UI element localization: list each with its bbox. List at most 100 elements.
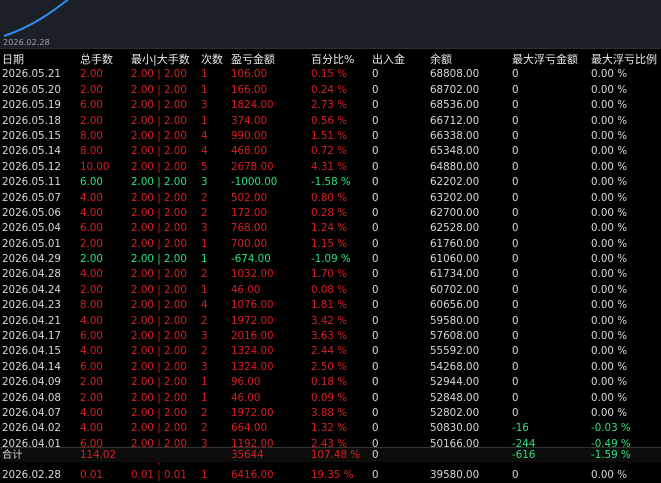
- header-balance[interactable]: 余额: [430, 52, 452, 67]
- table-row[interactable]: 2026.04.24 2.00 2.00 | 2.00 1 46.00 0.08 % 0 60…: [0, 283, 661, 298]
- header-lots[interactable]: 总手数: [80, 52, 113, 67]
- row-balance: 62528.00: [430, 222, 480, 235]
- row-pnl: 2016.00: [231, 330, 274, 343]
- row-pnl: 768.00: [231, 222, 268, 235]
- row-balance: 66338.00: [430, 129, 480, 142]
- row-date: 2026.04.23: [2, 299, 61, 312]
- row-lots: 8.00: [80, 145, 103, 158]
- row-deposit-withdraw: 0: [372, 314, 379, 327]
- row-pnl: -674.00: [231, 253, 271, 266]
- row-pnl: 664.00: [231, 422, 268, 435]
- row-lots: 6.00: [80, 99, 103, 112]
- row-minmax-lots: 2.00 | 2.00: [131, 406, 187, 419]
- table-row[interactable]: 2026.05.04 6.00 2.00 | 2.00 3 768.00 1.24 % 0 6…: [0, 221, 661, 236]
- table-row[interactable]: 2026.04.23 8.00 2.00 | 2.00 4 1076.00 1.81 % 0…: [0, 298, 661, 313]
- row-date: 2026.05.12: [2, 160, 61, 173]
- row-minmax-lots: 2.00 | 2.00: [131, 68, 187, 81]
- row-date: 2026.04.17: [2, 330, 61, 343]
- table-row[interactable]: 2026.05.01 2.00 2.00 | 2.00 1 700.00 1.15 % 0 6…: [0, 237, 661, 252]
- table-row[interactable]: 2026.02.28 0.01 0.01 | 0.01 1 6416.00 19.35 %…: [0, 468, 661, 483]
- row-count: 2: [201, 422, 208, 435]
- row-minmax-lots: 2.00 | 2.00: [131, 176, 187, 189]
- table-row[interactable]: 2026.05.06 4.00 2.00 | 2.00 2 172.00 0.28 % 0 6…: [0, 206, 661, 221]
- row-percent: 3.88 %: [311, 406, 347, 419]
- row-deposit-withdraw: 0: [372, 406, 379, 419]
- total-lots: 114.02: [80, 449, 117, 461]
- row-max-floating-loss: 0: [512, 314, 519, 327]
- row-balance: 59580.00: [430, 314, 480, 327]
- row-percent: 2.73 %: [311, 99, 347, 112]
- header-date[interactable]: 日期: [2, 52, 24, 67]
- row-count: 4: [201, 129, 208, 142]
- header-minmax-lots[interactable]: 最小|大手数: [131, 52, 190, 67]
- row-max-floating-loss-pct: 0.00 %: [591, 160, 627, 173]
- table-row[interactable]: 2026.05.19 6.00 2.00 | 2.00 3 1824.00 2.73 % 0…: [0, 98, 661, 113]
- table-row[interactable]: 2026.04.09 2.00 2.00 | 2.00 1 96.00 0.18 % 0 52…: [0, 375, 661, 390]
- row-count: 3: [201, 176, 208, 189]
- row-max-floating-loss-pct: 0.00 %: [591, 299, 627, 312]
- row-balance: 62202.00: [430, 176, 480, 189]
- row-count: 1: [201, 253, 208, 266]
- row-pnl: 46.00: [231, 391, 261, 404]
- row-count: 2: [201, 406, 208, 419]
- table-row[interactable]: 2026.04.21 4.00 2.00 | 2.00 2 1972.00 3.42 % 0…: [0, 314, 661, 329]
- row-balance: 55592.00: [430, 345, 480, 358]
- table-row[interactable]: 2026.05.12 10.00 2.00 | 2.00 5 2678.00 4.31 %…: [0, 160, 661, 175]
- row-max-floating-loss: 0: [512, 330, 519, 343]
- row-deposit-withdraw: 0: [372, 253, 379, 266]
- row-lots: 2.00: [80, 253, 103, 266]
- table-row[interactable]: 2026.04.15 4.00 2.00 | 2.00 2 1324.00 2.44 % 0…: [0, 344, 661, 359]
- table-row[interactable]: 2026.04.07 4.00 2.00 | 2.00 2 1972.00 3.88 % 0…: [0, 406, 661, 421]
- header-percent[interactable]: 百分比%: [311, 52, 354, 67]
- row-count: 2: [201, 268, 208, 281]
- row-lots: 4.00: [80, 406, 103, 419]
- table-row[interactable]: 2026.04.29 2.00 2.00 | 2.00 1 -674.00 -1.09 %…: [0, 252, 661, 267]
- header-deposit-withdraw[interactable]: 出入金: [372, 52, 405, 67]
- row-deposit-withdraw: 0: [372, 283, 379, 296]
- table-row[interactable]: 2026.05.21 2.00 2.00 | 2.00 1 106.00 0.15 % 0 6…: [0, 67, 661, 82]
- row-date: 2026.05.07: [2, 191, 61, 204]
- header-count[interactable]: 次数: [201, 52, 223, 67]
- table-row[interactable]: 2026.04.17 6.00 2.00 | 2.00 3 2016.00 3.63 % 0…: [0, 329, 661, 344]
- row-date: 2026.04.24: [2, 283, 61, 296]
- row-max-floating-loss-pct: 0.00 %: [591, 406, 627, 419]
- table-row[interactable]: 2026.05.15 8.00 2.00 | 2.00 4 990.00 1.51 % 0 6…: [0, 129, 661, 144]
- chart-date-label: 2026.02.28: [3, 38, 50, 47]
- header-max-floating-loss-pct[interactable]: 最大浮亏比例: [591, 52, 657, 67]
- row-balance: 68702.00: [430, 83, 480, 96]
- table-row[interactable]: 2026.04.28 4.00 2.00 | 2.00 2 1032.00 1.70 % 0…: [0, 267, 661, 282]
- table-row[interactable]: 2026.05.18 2.00 2.00 | 2.00 1 374.00 0.56 % 0 6…: [0, 114, 661, 129]
- row-count: 4: [201, 299, 208, 312]
- row-percent: 3.42 %: [311, 314, 347, 327]
- row-balance: 54268.00: [430, 360, 480, 373]
- table-row[interactable]: 2026.05.14 8.00 2.00 | 2.00 4 468.00 0.72 % 0 6…: [0, 144, 661, 159]
- row-deposit-withdraw: 0: [372, 222, 379, 235]
- row-lots: 4.00: [80, 345, 103, 358]
- row-lots: 6.00: [80, 176, 103, 189]
- row-lots: 6.00: [80, 330, 103, 343]
- table-row[interactable]: 2026.05.11 6.00 2.00 | 2.00 3 -1000.00 -1.58 …: [0, 175, 661, 190]
- row-max-floating-loss: 0: [512, 99, 519, 112]
- row-max-floating-loss: 0: [512, 376, 519, 389]
- row-percent: 0.24 %: [311, 83, 347, 96]
- row-pnl: 166.00: [231, 83, 268, 96]
- row-pnl: 2678.00: [231, 160, 274, 173]
- row-count: 1: [201, 237, 208, 250]
- row-pnl: 1324.00: [231, 345, 274, 358]
- table-row[interactable]: 2026.04.14 6.00 2.00 | 2.00 3 1324.00 2.50 % 0…: [0, 360, 661, 375]
- table-row[interactable]: 2026.04.02 4.00 2.00 | 2.00 2 664.00 1.32 % 0 5…: [0, 421, 661, 436]
- header-max-floating-loss[interactable]: 最大浮亏金额: [512, 52, 578, 67]
- row-max-floating-loss: 0: [512, 468, 519, 481]
- table-row[interactable]: 2026.04.08 2.00 2.00 | 2.00 1 46.00 0.09 % 0 52…: [0, 391, 661, 406]
- row-date: 2026.05.04: [2, 222, 61, 235]
- table-row[interactable]: 2026.05.20 2.00 2.00 | 2.00 1 166.00 0.24 % 0 6…: [0, 83, 661, 98]
- row-max-floating-loss: 0: [512, 360, 519, 373]
- row-max-floating-loss-pct: 0.00 %: [591, 314, 627, 327]
- row-percent: 1.24 %: [311, 222, 347, 235]
- row-percent: 0.09 %: [311, 391, 347, 404]
- row-max-floating-loss-pct: 0.00 %: [591, 145, 627, 158]
- row-percent: 1.51 %: [311, 129, 347, 142]
- row-deposit-withdraw: 0: [372, 176, 379, 189]
- table-row[interactable]: 2026.05.07 4.00 2.00 | 2.00 2 502.00 0.80 % 0 6…: [0, 191, 661, 206]
- header-pnl[interactable]: 盈亏金额: [231, 52, 275, 67]
